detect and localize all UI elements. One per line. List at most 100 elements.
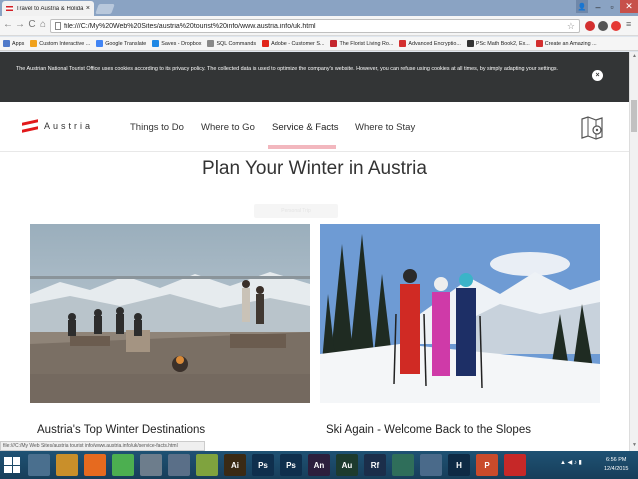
taskbar-app-icon[interactable] [168,454,190,476]
nav-things-to-do[interactable]: Things to Do [130,122,184,133]
bookmark-favicon-icon [30,40,38,47]
taskbar-app-icon[interactable]: An [308,454,330,476]
new-tab-button[interactable] [95,4,115,14]
extension-stop-icon[interactable] [585,21,595,31]
bookmark-item[interactable]: PSc Math Book2, Ex... [466,40,530,47]
cookie-text: The Austrian National Tourist Office use… [16,66,559,72]
page-icon [55,22,61,30]
taskbar-app-icon[interactable] [196,454,218,476]
bookmark-label: The Florist Living Ro... [339,40,394,47]
page-scrollbar[interactable]: ▲ ▼ [629,52,638,451]
bookmark-label: Apps [12,40,25,47]
nav-where-to-stay[interactable]: Where to Stay [355,122,415,133]
bookmark-favicon-icon [262,40,270,47]
bookmark-item[interactable]: Custom Interactive ... [30,40,90,47]
bookmark-item[interactable]: Create an Amazing ... [535,40,597,47]
address-bar[interactable]: file:///C:/My%20Web%20Sites/austria%20to… [50,19,580,33]
taskbar-app-icon[interactable] [84,454,106,476]
web-page: The Austrian National Tourist Office use… [0,52,629,451]
bookmark-favicon-icon [3,40,10,47]
taskbar-app-icon[interactable]: Ps [280,454,302,476]
clock-time: 6:56 PM [605,457,627,463]
page-headline: Plan Your Winter in Austria [202,158,427,179]
taskbar-app-icon[interactable]: Ai [224,454,246,476]
ski-again-image[interactable] [320,224,600,403]
taskbar-app-icon[interactable]: P [476,454,498,476]
close-window-button[interactable]: ✕ [620,0,638,13]
austria-flag-icon [6,6,13,11]
scroll-down-icon[interactable]: ▼ [631,442,638,448]
taskbar-app-icon[interactable]: Ps [252,454,274,476]
taskbar-app-icon[interactable] [392,454,414,476]
bookmark-item[interactable]: Advanced Encryptio... [399,40,461,47]
extension-block-icon[interactable] [598,21,608,31]
ghost-button[interactable]: Personal Trip [254,204,338,218]
taskbar-app-icon[interactable] [28,454,50,476]
bookmark-favicon-icon [152,40,160,47]
bookmark-star-icon[interactable]: ☆ [567,21,575,32]
clock-date: 12/4/2015 [604,466,629,472]
cookie-close-button[interactable]: × [592,70,603,81]
bookmark-item[interactable]: SQL Commands [207,40,256,47]
winter-destinations-image[interactable] [30,224,310,403]
tab-strip: Travel to Austria & Holida × 👤 – ▫ ✕ [0,0,638,16]
bookmark-favicon-icon [535,40,543,47]
status-bar-url: file:///C:/My Web Sites/austria tourist … [0,441,205,451]
windows-taskbar: Ai Ps Ps An Au Rf H P ▲ ◀ ♪ ▮ 6:56 PM 12/4/2015 [0,451,638,479]
minimize-button[interactable]: – [592,0,604,13]
bookmark-item[interactable]: Google Translate [96,40,146,47]
taskbar-clock[interactable]: 6:56 PM 12/4/2015 [604,456,628,474]
menu-icon[interactable]: ≡ [626,19,631,29]
windows-start-icon[interactable] [4,457,20,473]
bookmark-favicon-icon [466,40,474,47]
card-title-destinations[interactable]: Austria's Top Winter Destinations [37,424,205,436]
bookmark-label: Create an Amazing ... [544,40,597,47]
brand-name: Austria [44,121,94,131]
extension-abp-icon[interactable] [611,21,621,31]
cookie-banner: The Austrian National Tourist Office use… [0,52,629,102]
browser-toolbar: ← → C ⌂ file:///C:/My%20Web%20Sites/aust… [0,16,638,36]
map-pin-icon[interactable] [580,115,604,141]
card-title-ski-again[interactable]: Ski Again - Welcome Back to the Slopes [326,424,531,436]
nav-where-to-go[interactable]: Where to Go [201,122,255,133]
taskbar-app-icon[interactable]: H [448,454,470,476]
scroll-up-icon[interactable]: ▲ [631,53,638,59]
bookmark-favicon-icon [330,40,338,47]
taskbar-app-icon[interactable]: Au [336,454,358,476]
nav-service-facts[interactable]: Service & Facts [272,122,339,133]
scroll-thumb[interactable] [631,100,637,132]
bookmark-label: Advanced Encryptio... [408,40,461,47]
bookmark-item[interactable]: Saves - Dropbox [152,40,201,47]
taskbar-app-icon[interactable]: Rf [364,454,386,476]
bookmarks-bar: Apps Custom Interactive ... Google Transla… [0,37,638,51]
back-icon[interactable]: ← [2,19,14,30]
system-tray-icons[interactable]: ▲ ◀ ♪ ▮ [560,459,582,466]
bookmark-label: Saves - Dropbox [161,40,202,47]
bookmark-favicon-icon [207,40,215,47]
bookmark-item[interactable]: Adobe - Customer S... [262,40,324,47]
bookmark-item[interactable]: Apps [3,40,24,47]
browser-tab[interactable]: Travel to Austria & Holida × [2,1,94,16]
taskbar-app-icon[interactable] [56,454,78,476]
tab-title: Travel to Austria & Holida [16,5,84,12]
screen: Travel to Austria & Holida × 👤 – ▫ ✕ ← →… [0,0,638,479]
taskbar-app-icon[interactable] [504,454,526,476]
bookmark-label: Custom Interactive ... [39,40,91,47]
bookmark-label: PSc Math Book2, Ex... [475,40,530,47]
bookmark-favicon-icon [399,40,407,47]
austria-logo-mark-icon [22,119,38,133]
taskbar-app-icon[interactable] [112,454,134,476]
active-nav-underline [268,145,336,149]
maximize-button[interactable]: ▫ [606,0,618,13]
address-url: file:///C:/My%20Web%20Sites/austria%20to… [64,22,316,30]
taskbar-app-icon[interactable] [420,454,442,476]
forward-icon[interactable]: → [14,19,26,30]
bookmark-favicon-icon [96,40,104,47]
bookmark-label: Adobe - Customer S... [271,40,325,47]
bookmark-item[interactable]: The Florist Living Ro... [330,40,393,47]
tab-close-icon[interactable]: × [86,5,90,12]
home-icon[interactable]: ⌂ [37,19,49,30]
austria-logo[interactable]: Austria [22,119,93,133]
user-icon[interactable]: 👤 [576,0,588,13]
taskbar-app-icon[interactable] [140,454,162,476]
